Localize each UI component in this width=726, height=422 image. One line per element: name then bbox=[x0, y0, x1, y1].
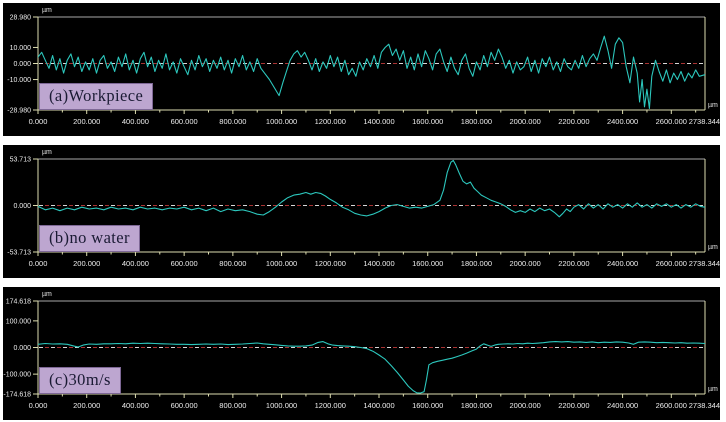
svg-text:600.000: 600.000 bbox=[171, 117, 198, 126]
svg-text:600.000: 600.000 bbox=[171, 259, 198, 268]
profile-chart-30ms: 174.618 100.000 0.000 -100.000 -174.618 µm µm 0… bbox=[3, 287, 720, 420]
svg-text:1600.000: 1600.000 bbox=[412, 117, 443, 126]
svg-text:µm: µm bbox=[42, 291, 52, 298]
svg-text:1800.000: 1800.000 bbox=[461, 259, 492, 268]
svg-text:1400.000: 1400.000 bbox=[363, 117, 394, 126]
svg-text:600.000: 600.000 bbox=[171, 401, 198, 410]
svg-text:2600.000: 2600.000 bbox=[656, 259, 687, 268]
profile-chart-workpiece: 28.980 10.000 0.000 -10.000 -28.980 µm µm 0.000… bbox=[3, 3, 720, 136]
svg-text:1600.000: 1600.000 bbox=[412, 259, 443, 268]
svg-text:-53.713: -53.713 bbox=[7, 250, 31, 257]
svg-text:400.000: 400.000 bbox=[122, 401, 149, 410]
svg-text:µm: µm bbox=[708, 386, 718, 393]
plot-label-workpiece: (a)Workpiece bbox=[39, 83, 153, 110]
svg-text:0.000: 0.000 bbox=[29, 117, 48, 126]
plot-label-no-water: (b)no water bbox=[39, 225, 140, 252]
svg-text:2600.000: 2600.000 bbox=[656, 401, 687, 410]
svg-text:-174.618: -174.618 bbox=[3, 392, 31, 399]
svg-text:2200.000: 2200.000 bbox=[558, 117, 589, 126]
svg-text:1200.000: 1200.000 bbox=[315, 401, 346, 410]
svg-text:1400.000: 1400.000 bbox=[363, 401, 394, 410]
svg-text:-100.000: -100.000 bbox=[3, 372, 31, 379]
svg-text:2000.000: 2000.000 bbox=[510, 117, 541, 126]
svg-text:µm: µm bbox=[708, 102, 718, 109]
plot-label-30ms: (c)30m/s bbox=[39, 367, 121, 394]
svg-text:174.618: 174.618 bbox=[6, 299, 31, 306]
svg-text:1800.000: 1800.000 bbox=[461, 117, 492, 126]
svg-text:0.000: 0.000 bbox=[13, 345, 31, 352]
svg-text:0.000: 0.000 bbox=[13, 203, 31, 210]
svg-text:800.000: 800.000 bbox=[219, 259, 246, 268]
svg-text:-28.980: -28.980 bbox=[7, 108, 31, 115]
svg-text:400.000: 400.000 bbox=[122, 259, 149, 268]
svg-text:100.000: 100.000 bbox=[6, 318, 31, 325]
svg-text:200.000: 200.000 bbox=[73, 117, 100, 126]
svg-text:µm: µm bbox=[708, 244, 718, 251]
profile-chart-no-water: 53.713 0.000 -53.713 µm µm 0.000 200.000 400.00… bbox=[3, 145, 720, 278]
svg-text:2000.000: 2000.000 bbox=[510, 401, 541, 410]
profile-panel-30ms: 174.618 100.000 0.000 -100.000 -174.618 µm µm 0… bbox=[3, 287, 720, 420]
svg-text:1000.000: 1000.000 bbox=[266, 259, 297, 268]
svg-text:1400.000: 1400.000 bbox=[363, 259, 394, 268]
svg-text:1200.000: 1200.000 bbox=[315, 259, 346, 268]
svg-text:0.000: 0.000 bbox=[29, 401, 48, 410]
svg-text:µm: µm bbox=[42, 149, 52, 156]
figure-root: { "figure": { "background": "#ffffff", "… bbox=[0, 0, 726, 422]
svg-text:2400.000: 2400.000 bbox=[607, 401, 638, 410]
svg-text:800.000: 800.000 bbox=[219, 117, 246, 126]
svg-text:200.000: 200.000 bbox=[73, 259, 100, 268]
svg-text:2000.000: 2000.000 bbox=[510, 259, 541, 268]
svg-text:200.000: 200.000 bbox=[73, 401, 100, 410]
svg-text:-10.000: -10.000 bbox=[7, 77, 31, 84]
svg-text:2738.344: 2738.344 bbox=[689, 259, 720, 268]
svg-text:53.713: 53.713 bbox=[10, 157, 32, 164]
svg-text:2738.344: 2738.344 bbox=[689, 401, 720, 410]
svg-text:10.000: 10.000 bbox=[10, 45, 32, 52]
svg-text:800.000: 800.000 bbox=[219, 401, 246, 410]
svg-text:2200.000: 2200.000 bbox=[558, 401, 589, 410]
svg-text:2600.000: 2600.000 bbox=[656, 117, 687, 126]
svg-text:0.000: 0.000 bbox=[29, 259, 48, 268]
profile-panel-workpiece: 28.980 10.000 0.000 -10.000 -28.980 µm µm 0.000… bbox=[3, 3, 720, 136]
svg-text:1200.000: 1200.000 bbox=[315, 117, 346, 126]
svg-text:1000.000: 1000.000 bbox=[266, 401, 297, 410]
svg-text:1000.000: 1000.000 bbox=[266, 117, 297, 126]
svg-text:28.980: 28.980 bbox=[10, 15, 32, 22]
svg-text:1600.000: 1600.000 bbox=[412, 401, 443, 410]
profile-panel-no-water: 53.713 0.000 -53.713 µm µm 0.000 200.000 400.00… bbox=[3, 145, 720, 278]
svg-text:1800.000: 1800.000 bbox=[461, 401, 492, 410]
svg-text:2200.000: 2200.000 bbox=[558, 259, 589, 268]
svg-text:2400.000: 2400.000 bbox=[607, 117, 638, 126]
svg-text:2400.000: 2400.000 bbox=[607, 259, 638, 268]
svg-text:400.000: 400.000 bbox=[122, 117, 149, 126]
svg-text:0.000: 0.000 bbox=[13, 61, 31, 68]
svg-text:µm: µm bbox=[42, 7, 52, 14]
svg-text:2738.344: 2738.344 bbox=[689, 117, 720, 126]
